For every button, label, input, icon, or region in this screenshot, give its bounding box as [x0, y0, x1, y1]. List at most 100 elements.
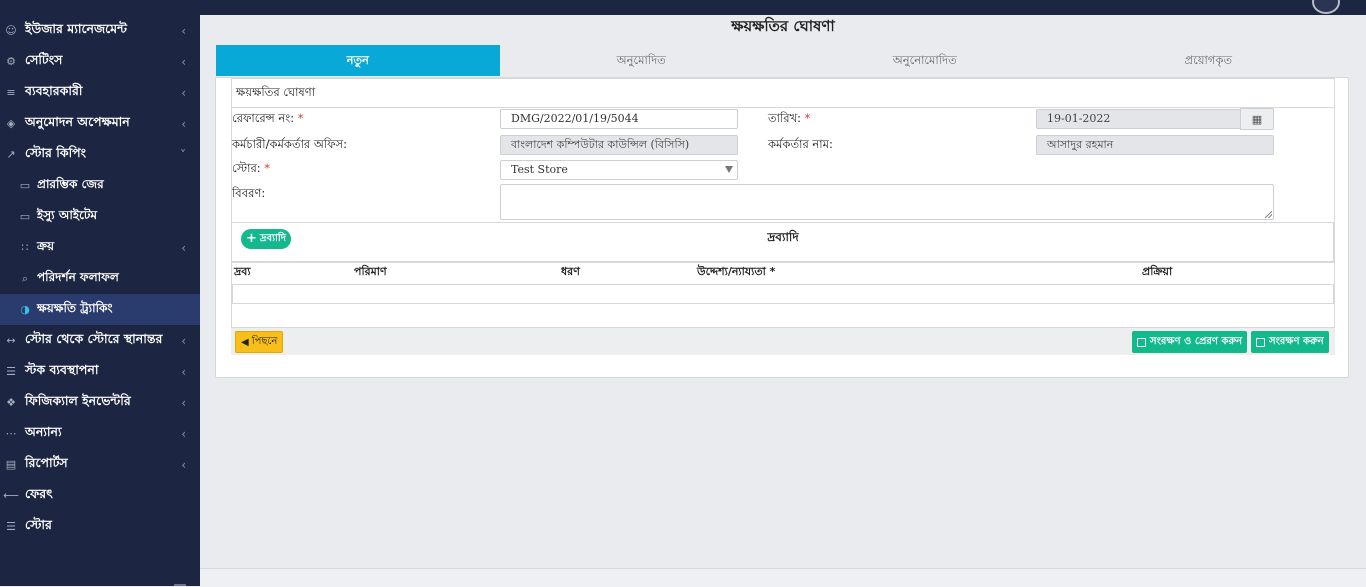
calendar-icon[interactable]: ▦: [1240, 108, 1274, 130]
floppy-icon: [1137, 337, 1146, 347]
report-icon: ▤: [5, 458, 17, 471]
sidebar-item-store-keeping[interactable]: ↗ স্টোর কিপিং ˅: [0, 139, 200, 170]
sidebar-item-settings[interactable]: ⚙ সেটিংস ‹: [0, 46, 200, 77]
tab-new[interactable]: নতুন: [216, 45, 500, 76]
footer-strip: [200, 568, 1366, 587]
reference-number-field[interactable]: DMG/2022/01/19/5044: [500, 109, 738, 129]
description-textarea[interactable]: [500, 184, 1274, 220]
sidebar-item-others[interactable]: ⋯ অন্যান্য ‹: [0, 418, 200, 449]
sidebar-item-issue-item[interactable]: ▭ ইস্যু আইটেম: [0, 201, 200, 232]
sidebar-item-label: অন্যান্য: [25, 423, 62, 439]
main-content: ক্ষয়ক্ষতির ঘোষণা নতুন অনুমোদিত অনুনোমোদ…: [200, 15, 1366, 568]
sidebar-item-label: পরিদর্শন ফলাফল: [37, 269, 119, 284]
tab-unapproved[interactable]: অনুনোমোদিত: [783, 45, 1067, 76]
sidebar-item-label: স্টোর: [25, 516, 52, 532]
top-bar: [0, 0, 1366, 15]
sidebar-item-label: স্টোর থেকে স্টোরে স্থানান্তর: [25, 330, 163, 346]
sidebar-item-label: ইস্যু আইটেম: [37, 207, 98, 222]
floppy-icon: [1256, 337, 1265, 347]
sidebar-item-label: সেটিংস: [25, 51, 63, 67]
resize-grip-icon[interactable]: [1265, 211, 1272, 218]
chevron-left-icon: ‹: [181, 395, 186, 410]
column-header-purpose: উদ্দেশ্য/ন্যায্যতা *: [697, 265, 776, 278]
items-table-body: [232, 284, 1334, 304]
chevron-left-icon: ‹: [181, 23, 186, 38]
dots-icon: ⋯: [5, 427, 17, 440]
reference-label: রেফারেন্স নং: *: [232, 111, 304, 125]
arrow-left-circle-icon: ◀: [241, 336, 249, 348]
add-item-button[interactable]: + দ্রব্যাদি: [241, 229, 292, 249]
form-footer: ◀ পিছনে সংরক্ষণ ও প্রেরণ করুন সংরক্ষণ করু…: [231, 327, 1335, 355]
arrows-icon: ↔: [6, 334, 16, 347]
column-header-action: প্রক্রিয়া: [1142, 265, 1173, 278]
sliders-icon: ☰: [6, 365, 16, 378]
form-header: ক্ষয়ক্ষতির ঘোষণা: [232, 79, 1334, 108]
sidebar-item-inspection-result[interactable]: ⌕ পরিদর্শন ফলাফল: [0, 263, 200, 294]
items-title: দ্রব্যাদি: [767, 230, 799, 244]
sidebar-item-stock-management[interactable]: ☰ স্টক ব্যবস্থাপনা ‹: [0, 356, 200, 387]
sidebar-item-damage-tracking[interactable]: ◑ ক্ষয়ক্ষতি ট্র্যাকিং: [0, 294, 200, 325]
user-icon: ☺: [5, 24, 17, 37]
sidebar-item-pending-approval[interactable]: ◈ অনুমোদন অপেক্ষমান ‹: [0, 108, 200, 139]
sidebar-item-label: ক্রয়: [37, 238, 55, 253]
sidebar-item-opening-balance[interactable]: ▭ প্রারম্ভিক জের: [0, 170, 200, 201]
store-select-value: Test Store: [511, 163, 568, 176]
tab-panel: ক্ষয়ক্ষতির ঘোষণা রেফারেন্স নং: * DMG/20…: [215, 77, 1349, 378]
date-field[interactable]: 19-01-2022: [1036, 109, 1242, 129]
gear-icon: ⚙: [6, 55, 16, 68]
plus-icon: +: [246, 231, 257, 246]
tab-applied[interactable]: প্রয়োগকৃত: [1067, 45, 1351, 76]
office-field: বাংলাদেশ কম্পিউটার কাউন্সিল (বিসিসি): [500, 135, 738, 155]
date-label: তারিখ: *: [768, 111, 811, 125]
half-circle-icon: ◑: [20, 303, 30, 316]
save-and-send-button[interactable]: সংরক্ষণ ও প্রেরণ করুন: [1132, 331, 1248, 353]
chevron-left-icon: ‹: [181, 116, 186, 131]
chevron-left-icon: ‹: [181, 364, 186, 379]
chevron-left-icon: ‹: [181, 54, 186, 69]
chart-icon: ↗: [6, 148, 16, 161]
sidebar-item-label: ফিজিক্যাল ইনভেন্টরি: [25, 392, 131, 408]
store-select[interactable]: Test Store: [500, 160, 738, 180]
sitemap-icon: ∷: [21, 241, 29, 254]
required-mark: *: [297, 111, 304, 125]
save-button[interactable]: সংরক্ষণ করুন: [1251, 331, 1329, 353]
sidebar-item-user-management[interactable]: ☺ ইউজার ম্যানেজমেন্ট ‹: [0, 15, 200, 46]
save-send-label: সংরক্ষণ ও প্রেরণ করুন: [1150, 335, 1243, 347]
sliders-icon: ☰: [6, 520, 16, 533]
cubes-icon: ❖: [6, 396, 16, 409]
tab-bar: নতুন অনুমোদিত অনুনোমোদিত প্রয়োগকৃত: [216, 45, 1350, 76]
cube-icon: ◈: [6, 117, 16, 130]
required-mark: *: [264, 161, 271, 175]
sidebar-item-store[interactable]: ☰ স্টোর: [0, 511, 200, 542]
sidebar-item-label: অনুমোদন অপেক্ষমান: [25, 113, 130, 129]
sidebar-item-reports[interactable]: ▤ রিপোর্টস ‹: [0, 449, 200, 480]
officer-name-field: আসাদুর রহমান: [1036, 135, 1274, 155]
sidebar-item-store-transfer[interactable]: ↔ স্টোর থেকে স্টোরে স্থানান্তর ‹: [0, 325, 200, 356]
chevron-left-icon: ‹: [181, 457, 186, 472]
tab-approved[interactable]: অনুমোদিত: [500, 45, 784, 76]
sidebar-item-label: স্টক ব্যবস্থাপনা: [25, 361, 99, 377]
sidebar-item-label: ক্ষয়ক্ষতি ট্র্যাকিং: [37, 300, 113, 315]
chevron-down-icon: ˅: [180, 147, 186, 162]
arrow-left-icon: ⟵: [3, 489, 19, 502]
damage-form-card: ক্ষয়ক্ষতির ঘোষণা রেফারেন্স নং: * DMG/20…: [231, 78, 1335, 343]
chevron-left-icon: ‹: [181, 85, 186, 100]
sidebar: ☺ ইউজার ম্যানেজমেন্ট ‹ ⚙ সেটিংস ‹ ≡ ব্যবহারকা…: [0, 15, 200, 586]
description-label: বিবরণ:: [232, 186, 266, 200]
chevron-left-icon: ‹: [181, 426, 186, 441]
required-mark: *: [804, 111, 811, 125]
sidebar-item-label: ইউজার ম্যানেজমেন্ট: [25, 20, 127, 36]
column-header-item: দ্রব্য: [234, 265, 251, 278]
search-icon: ⌕: [21, 271, 29, 285]
sidebar-item-physical-inventory[interactable]: ❖ ফিজিক্যাল ইনভেন্টরি ‹: [0, 387, 200, 418]
back-button[interactable]: ◀ পিছনে: [235, 331, 284, 353]
folder-icon: ▭: [19, 179, 31, 192]
sidebar-item-return[interactable]: ⟵ ফেরৎ: [0, 480, 200, 511]
column-header-type: ধরণ: [561, 265, 580, 278]
sidebar-item-purchase[interactable]: ∷ ক্রয় ‹: [0, 232, 200, 263]
page-title: ক্ষয়ক্ষতির ঘোষণা: [731, 17, 835, 35]
officer-name-label: কর্মকর্তার নাম:: [768, 137, 833, 151]
avatar[interactable]: [1312, 0, 1340, 14]
sidebar-item-users[interactable]: ≡ ব্যবহারকারী ‹: [0, 77, 200, 108]
folder-icon: ▭: [19, 210, 31, 223]
